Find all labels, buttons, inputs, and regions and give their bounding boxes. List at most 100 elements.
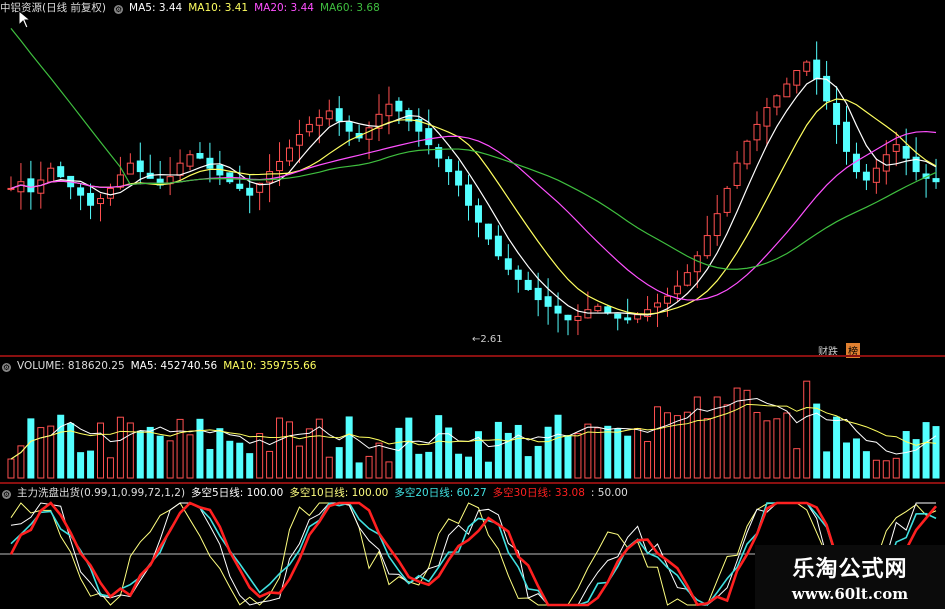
volume-bar [77,452,85,479]
candle-body [325,110,333,120]
volume-bar [106,457,114,479]
price-panel[interactable]: 中铝资源(日线 前复权) ⚙ MA5: 3.44 MA10: 3.41 MA20: 3.… [0,0,945,358]
volume-bar [216,428,224,479]
oscillator-header: ⚙ 主力洗盘出货(0.99,1,0.99,72,1,2) 多空5日线: 100.00… [0,485,634,501]
candle-body [425,128,433,146]
candle-body [27,178,35,193]
candle-body [733,162,741,186]
candle-body [634,314,642,320]
candle-body [932,178,940,183]
volume-bar [465,456,473,479]
volume-chart[interactable] [0,358,945,482]
candle-body [654,302,662,308]
candle-body [683,272,691,286]
volume-bar [385,461,393,479]
price-chart[interactable] [0,0,945,355]
candle-body [455,170,463,186]
volume-bar [902,431,910,479]
volume-bar [743,389,751,479]
candle-body [484,223,492,240]
volume-bar [206,448,214,479]
candle-body [673,285,681,295]
candle-body [773,95,781,108]
watermark-name: 乐淘公式网 [792,557,908,582]
volume-bar [345,416,353,479]
panel-separator[interactable] [0,482,945,484]
osc-level-label: : 50.00 [590,487,628,499]
volume-bar [753,411,761,479]
volume-bar [455,453,463,479]
candle-body [803,61,811,72]
candle-body [793,70,801,86]
volume-bar [285,421,293,479]
ma60-label: MA60: 3.68 [319,2,380,14]
candle-body [713,213,721,237]
candle-body [494,235,502,257]
volume-bar [415,453,423,479]
candle-body [554,305,562,314]
volume-bar [663,412,671,479]
volume-bar [683,411,691,479]
gear-icon[interactable]: ⚙ [114,5,124,14]
volume-bar [644,441,652,479]
volume-bar [276,417,284,479]
volume-bar [534,445,542,479]
volume-bar [7,458,15,479]
volume-bar [186,434,194,479]
candle-body [186,154,194,167]
volume-bar [365,455,373,479]
candle-body [335,108,343,122]
volume-bar [624,435,632,479]
candle-body [882,154,890,172]
volume-bar [544,426,552,479]
volume-bar [266,450,274,479]
candle-body [77,187,85,196]
volume-bar [375,442,383,479]
volume-bar [484,461,492,479]
volume-panel[interactable]: ⚙ VOLUME: 818620.25 MA5: 452740.56 MA10: 35… [0,358,945,482]
candle-body [584,309,592,319]
volume-bar [136,430,144,479]
volume-header: ⚙ VOLUME: 818620.25 MA5: 452740.56 MA10: 35… [0,358,322,374]
panel-separator[interactable] [0,355,945,357]
gear-icon[interactable]: ⚙ [2,490,11,499]
volume-title: VOLUME: 818620.25 [17,360,125,372]
candle-body [305,123,313,133]
volume-bar [87,450,95,479]
candle-body [534,287,542,301]
ma10-label: MA10: 3.41 [188,2,249,14]
watermark-url: www.60lt.com [791,585,909,603]
volume-bar [494,421,502,479]
volume-bar [554,414,562,479]
price-header: 中铝资源(日线 前复权) ⚙ MA5: 3.44 MA10: 3.41 MA20: 3.… [0,0,386,16]
volume-bar [226,440,234,479]
volume-bar [922,422,930,479]
volume-bar [236,442,244,479]
volume-bar [852,438,860,479]
osc-l5-label: 多空5日线: 100.00 [191,487,284,499]
volume-bar [37,427,45,479]
volume-bar [524,456,532,479]
candle-body [37,179,45,194]
volume-bar [763,420,771,479]
candle-body [823,75,831,102]
mouse-cursor-icon [18,10,32,29]
candle-body [295,134,303,146]
candle-body [813,59,821,80]
osc-title: 主力洗盘出货(0.99,1,0.99,72,1,2) [17,487,186,499]
volume-bar [872,459,880,479]
ma60-line [10,28,937,270]
candle-body [236,183,244,189]
ma5-label: MA5: 3.44 [129,2,183,14]
candle-body [902,146,910,159]
candle-body [594,305,602,312]
candle-body [574,315,582,321]
volume-bar [823,451,831,479]
volume-bar [833,416,841,479]
candle-body [763,107,771,127]
candle-body [703,235,711,257]
gear-icon[interactable]: ⚙ [2,363,11,372]
candle-body [862,171,870,181]
ma10-line [10,98,937,315]
candle-body [693,255,701,273]
